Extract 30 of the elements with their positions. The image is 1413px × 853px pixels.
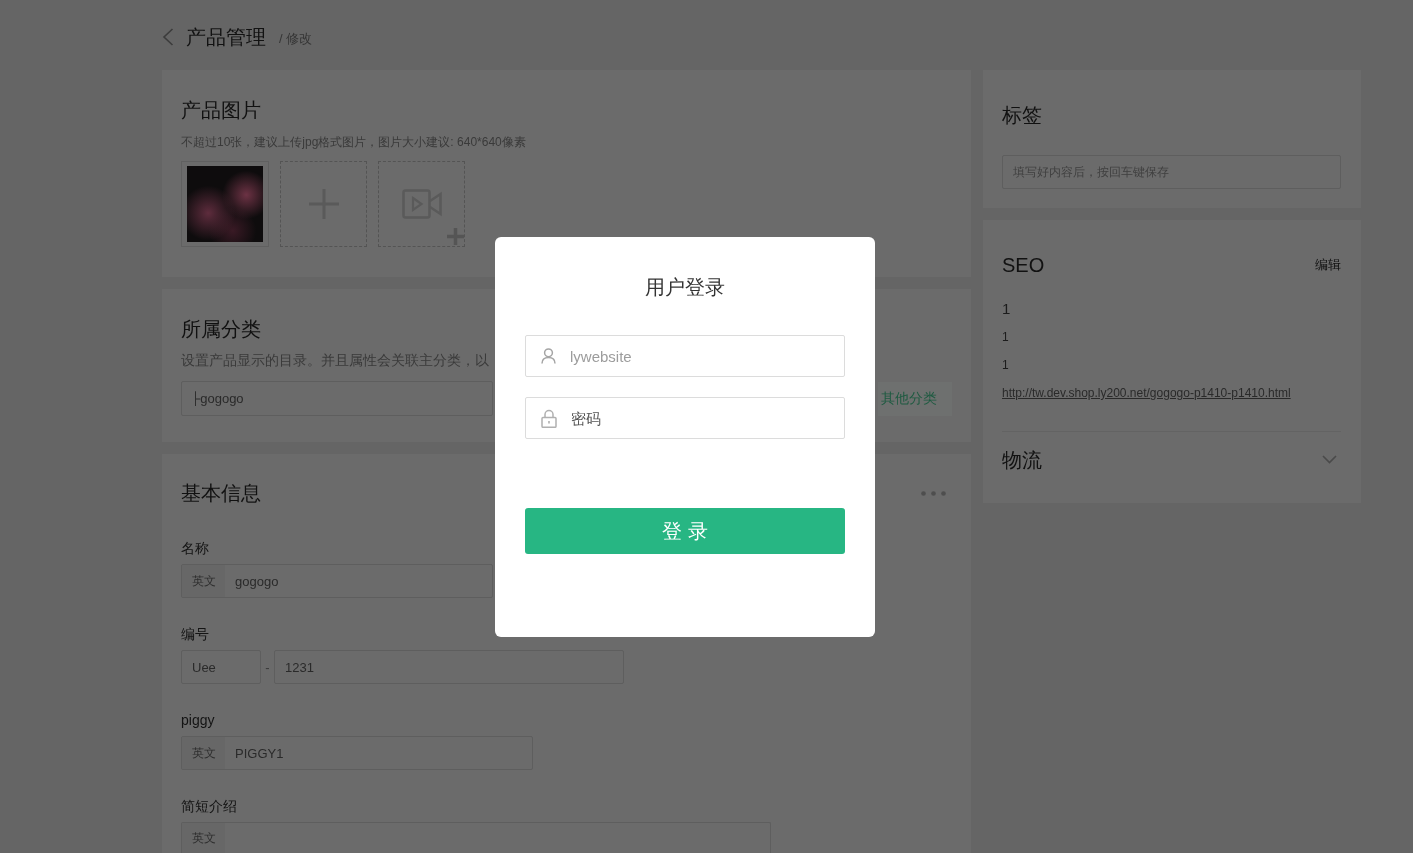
section-title: 物流 (1002, 447, 1042, 472)
dialog-title: 用户登录 (645, 275, 725, 300)
thumbnail-frame[interactable] (181, 161, 269, 247)
field-label: 编号 (181, 625, 209, 643)
text-input[interactable]: gogogo (225, 565, 492, 597)
lock-icon (541, 408, 557, 428)
section-title: 标签 (1002, 103, 1042, 127)
field-label: piggy (181, 711, 215, 729)
url-link[interactable]: http://tw.dev.shop.ly200.net/gogogo-p1410-p1410.html (1002, 379, 1291, 407)
page-title: 产品管理 (186, 25, 266, 50)
edit-link[interactable]: 编辑 (1315, 256, 1341, 274)
login-button[interactable]: 登 录 (525, 508, 845, 554)
code-input[interactable]: 1231 (274, 650, 624, 684)
field-label: 名称 (181, 539, 209, 557)
add-category-button[interactable]: 其他分类 (878, 381, 952, 416)
chevron-down-icon[interactable] (1322, 455, 1337, 464)
dash-separator: - (264, 659, 271, 675)
text-input[interactable]: PIGGY1 (225, 737, 532, 769)
section-title: 产品图片 (181, 98, 261, 122)
user-icon (541, 348, 556, 364)
back-icon[interactable] (162, 28, 174, 46)
code-prefix-input[interactable]: Uee (181, 650, 261, 684)
seo-text: 1 (1002, 329, 1009, 346)
seo-text: 1 (1002, 299, 1011, 319)
seo-text: 1 (1002, 357, 1009, 374)
more-icon[interactable] (921, 490, 946, 496)
field-label: 简短介绍 (181, 797, 237, 815)
section-title: SEO (1002, 253, 1045, 277)
section-title: 所属分类 (181, 317, 261, 341)
section-title: 基本信息 (181, 481, 261, 505)
